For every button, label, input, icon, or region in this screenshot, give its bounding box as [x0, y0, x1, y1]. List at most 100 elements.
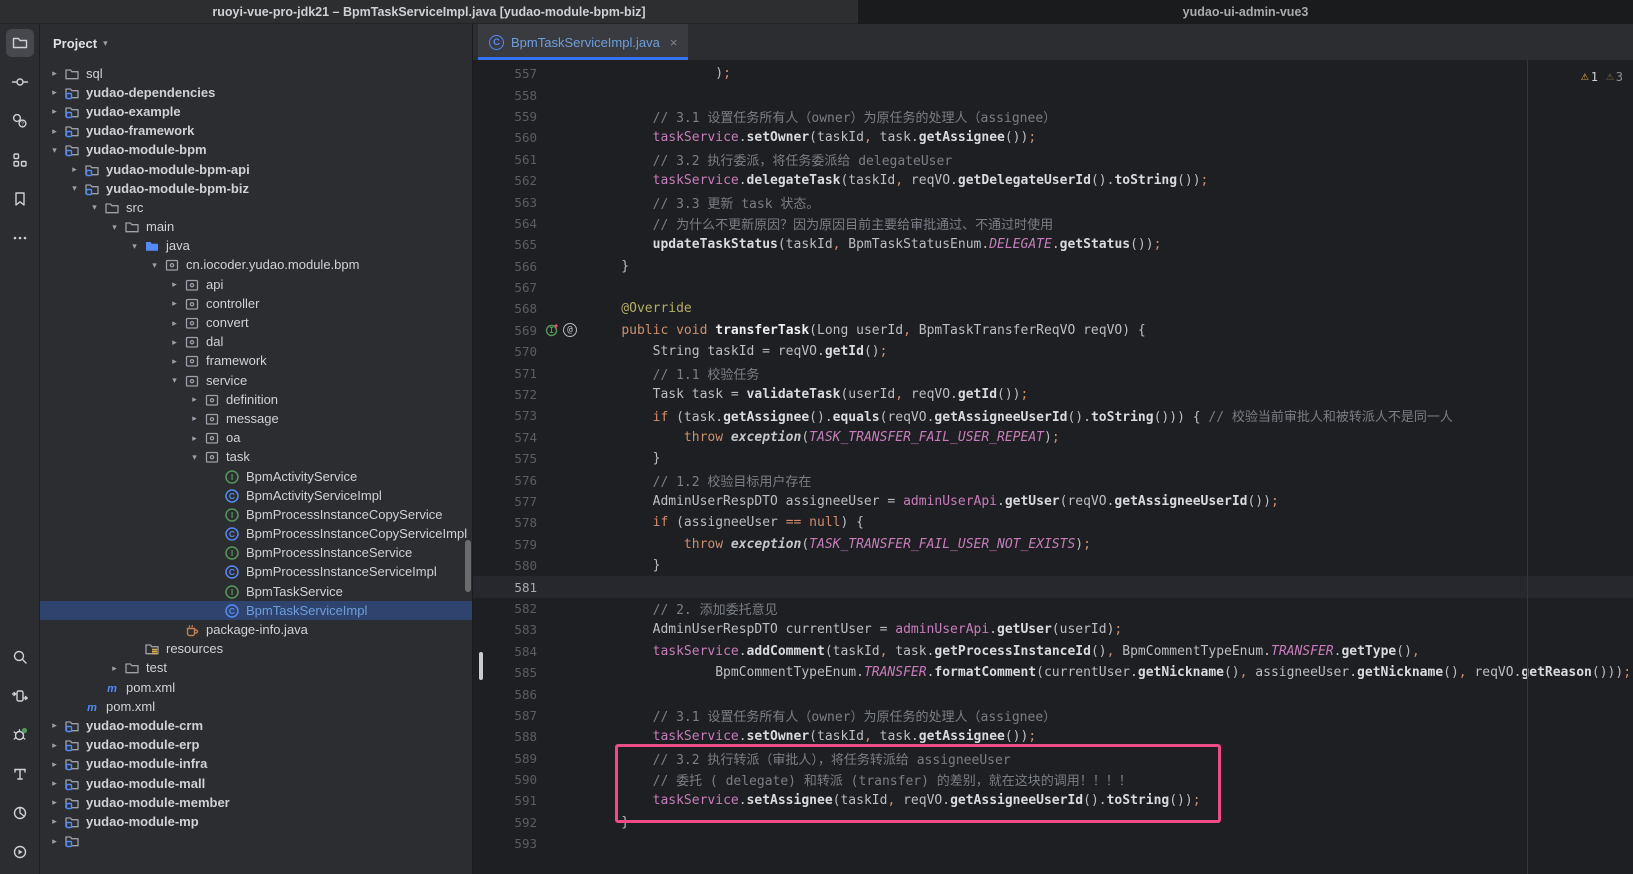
line-number[interactable]: 580: [473, 558, 537, 573]
tree-item-convert[interactable]: ▸convert: [40, 313, 472, 332]
code-line-577[interactable]: 577 AdminUserRespDTO assigneeUser = admi…: [473, 491, 1633, 512]
line-number[interactable]: 588: [473, 729, 537, 744]
line-number[interactable]: 584: [473, 644, 537, 659]
chevron-collapsed-icon[interactable]: ▸: [46, 740, 63, 751]
tree-item-java[interactable]: ▾java: [40, 237, 472, 256]
tree-item[interactable]: ▸: [40, 832, 472, 851]
implements-method-icon[interactable]: I: [545, 323, 559, 337]
tree-item-yudao-module-bpm-biz[interactable]: ▾yudao-module-bpm-biz: [40, 179, 472, 198]
tree-item-yudao-framework[interactable]: ▸yudao-framework: [40, 122, 472, 141]
chevron-collapsed-icon[interactable]: ▸: [46, 87, 63, 98]
inspections-widget[interactable]: ⚠1⚠3: [1581, 69, 1623, 84]
chevron-expanded-icon[interactable]: ▾: [86, 202, 103, 213]
code-line-591[interactable]: 591 taskService.setAssignee(taskId, reqV…: [473, 790, 1633, 811]
run-anything-icon[interactable]: [6, 682, 34, 710]
code-line-559[interactable]: 559 // 3.1 设置任务所有人（owner）为原任务的处理人（assign…: [473, 106, 1633, 127]
code-line-569[interactable]: 569I@ public void transferTask(Long user…: [473, 320, 1633, 341]
line-number[interactable]: 587: [473, 708, 537, 723]
tree-item-pom-xml[interactable]: mpom.xml: [40, 678, 472, 697]
chevron-expanded-icon[interactable]: ▾: [186, 452, 203, 463]
line-number[interactable]: 591: [473, 793, 537, 808]
project-icon[interactable]: [6, 29, 34, 57]
tree-item-sql[interactable]: ▸sql: [40, 64, 472, 83]
line-number[interactable]: 593: [473, 836, 537, 851]
tree-item-test[interactable]: ▸test: [40, 659, 472, 678]
chevron-collapsed-icon[interactable]: ▸: [46, 720, 63, 731]
tree-item-oa[interactable]: ▸oa: [40, 429, 472, 448]
code-line-564[interactable]: 564 // 为什么不更新原因？因为原因目前主要给审批通过、不通过时使用: [473, 213, 1633, 234]
tree-item-yudao-module-crm[interactable]: ▸yudao-module-crm: [40, 716, 472, 735]
tree-item-bpmprocessinstancecopyservice[interactable]: IBpmProcessInstanceCopyService: [40, 505, 472, 524]
code-line-566[interactable]: 566 }: [473, 256, 1633, 277]
chevron-collapsed-icon[interactable]: ▸: [46, 126, 63, 137]
chevron-collapsed-icon[interactable]: ▸: [186, 394, 203, 405]
chevron-collapsed-icon[interactable]: ▸: [166, 318, 183, 329]
code-line-568[interactable]: 568 @Override: [473, 298, 1633, 319]
chevron-expanded-icon[interactable]: ▾: [106, 222, 123, 233]
code-line-567[interactable]: 567: [473, 277, 1633, 298]
tree-item-yudao-module-mp[interactable]: ▸yudao-module-mp: [40, 812, 472, 831]
tree-item-bpmactivityservice[interactable]: IBpmActivityService: [40, 467, 472, 486]
chevron-collapsed-icon[interactable]: ▸: [166, 298, 183, 309]
code-line-579[interactable]: 579 throw exception(TASK_TRANSFER_FAIL_U…: [473, 534, 1633, 555]
line-number[interactable]: 576: [473, 473, 537, 488]
code-line-572[interactable]: 572 Task task = validateTask(userId, req…: [473, 384, 1633, 405]
line-number[interactable]: 573: [473, 408, 537, 423]
chevron-expanded-icon[interactable]: ▾: [146, 260, 163, 271]
tree-item-yudao-module-mall[interactable]: ▸yudao-module-mall: [40, 774, 472, 793]
tree-item-bpmtaskserviceimpl[interactable]: CBpmTaskServiceImpl: [40, 601, 472, 620]
chevron-collapsed-icon[interactable]: ▸: [46, 816, 63, 827]
tree-item-src[interactable]: ▾src: [40, 198, 472, 217]
tree-item-service[interactable]: ▾service: [40, 371, 472, 390]
debug-icon[interactable]: [6, 721, 34, 749]
line-number[interactable]: 559: [473, 109, 537, 124]
tree-item-bpmtaskservice[interactable]: IBpmTaskService: [40, 582, 472, 601]
tree-item-bpmprocessinstanceservice[interactable]: IBpmProcessInstanceService: [40, 544, 472, 563]
tree-item-yudao-module-member[interactable]: ▸yudao-module-member: [40, 793, 472, 812]
line-number[interactable]: 568: [473, 301, 537, 316]
tree-item-resources[interactable]: resources: [40, 640, 472, 659]
tree-item-message[interactable]: ▸message: [40, 409, 472, 428]
code-line-592[interactable]: 592 }: [473, 812, 1633, 833]
code-line-574[interactable]: 574 throw exception(TASK_TRANSFER_FAIL_U…: [473, 427, 1633, 448]
chevron-collapsed-icon[interactable]: ▸: [166, 337, 183, 348]
code-line-580[interactable]: 580 }: [473, 555, 1633, 576]
line-number[interactable]: 566: [473, 259, 537, 274]
chevron-collapsed-icon[interactable]: ▸: [186, 433, 203, 444]
structure-icon[interactable]: [6, 146, 34, 174]
annotation-icon[interactable]: @: [563, 323, 577, 337]
code-editor[interactable]: 557 );558559 // 3.1 设置任务所有人（owner）为原任务的处…: [473, 60, 1633, 874]
chevron-collapsed-icon[interactable]: ▸: [46, 106, 63, 117]
code-line-593[interactable]: 593: [473, 833, 1633, 854]
tree-item-dal[interactable]: ▸dal: [40, 333, 472, 352]
chevron-collapsed-icon[interactable]: ▸: [186, 413, 203, 424]
line-number[interactable]: 569: [473, 323, 537, 338]
line-number[interactable]: 575: [473, 451, 537, 466]
line-number[interactable]: 574: [473, 430, 537, 445]
tree-item-main[interactable]: ▾main: [40, 218, 472, 237]
chevron-collapsed-icon[interactable]: ▸: [46, 778, 63, 789]
code-line-586[interactable]: 586: [473, 683, 1633, 704]
line-number[interactable]: 579: [473, 537, 537, 552]
search-icon[interactable]: [6, 643, 34, 671]
tab-bpmtaskserviceimpl-java[interactable]: C BpmTaskServiceImpl.java ×: [478, 24, 688, 60]
tree-item-bpmprocessinstancecopyserviceimpl[interactable]: CBpmProcessInstanceCopyServiceImpl: [40, 525, 472, 544]
code-line-573[interactable]: 573 if (task.getAssignee().equals(reqVO.…: [473, 405, 1633, 426]
tree-item-yudao-dependencies[interactable]: ▸yudao-dependencies: [40, 83, 472, 102]
build-icon[interactable]: [6, 760, 34, 788]
code-line-562[interactable]: 562 taskService.delegateTask(taskId, req…: [473, 170, 1633, 191]
code-line-563[interactable]: 563 // 3.3 更新 task 状态。: [473, 191, 1633, 212]
tree-item-package-info-java[interactable]: package-info.java: [40, 620, 472, 639]
line-number[interactable]: 589: [473, 751, 537, 766]
code-line-570[interactable]: 570 String taskId = reqVO.getId();: [473, 341, 1633, 362]
profiler-icon[interactable]: [6, 799, 34, 827]
tree-item-yudao-module-bpm[interactable]: ▾yudao-module-bpm: [40, 141, 472, 160]
tree-item-yudao-module-infra[interactable]: ▸yudao-module-infra: [40, 755, 472, 774]
code-line-588[interactable]: 588 taskService.setOwner(taskId, task.ge…: [473, 726, 1633, 747]
chevron-collapsed-icon[interactable]: ▸: [66, 164, 83, 175]
code-line-584[interactable]: 584 taskService.addComment(taskId, task.…: [473, 641, 1633, 662]
line-number[interactable]: 571: [473, 366, 537, 381]
line-number[interactable]: 564: [473, 216, 537, 231]
line-number[interactable]: 561: [473, 152, 537, 167]
chevron-expanded-icon[interactable]: ▾: [46, 145, 63, 156]
